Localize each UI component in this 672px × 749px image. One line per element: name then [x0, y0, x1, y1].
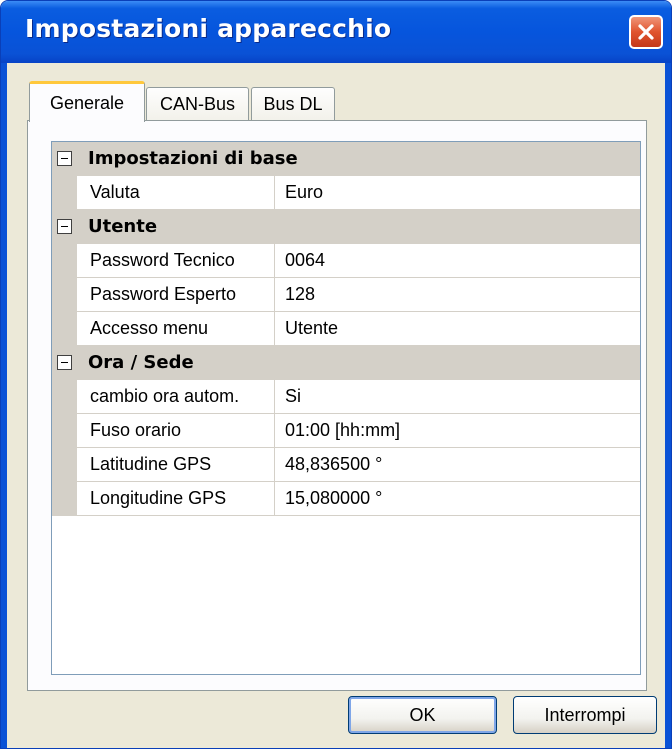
- property-row-fuso-orario[interactable]: Fuso orario 01:00 [hh:mm]: [52, 414, 640, 448]
- property-grid: Impostazioni di base Valuta Euro Utente …: [51, 141, 641, 675]
- tab-can-bus[interactable]: CAN-Bus: [146, 87, 249, 121]
- row-gutter: [52, 312, 77, 346]
- category-utente[interactable]: Utente: [52, 210, 640, 244]
- tab-generale[interactable]: Generale: [29, 81, 145, 122]
- row-gutter: [52, 380, 77, 414]
- ok-button[interactable]: OK: [348, 696, 497, 734]
- property-name: Fuso orario: [77, 414, 275, 448]
- property-value[interactable]: Si: [275, 380, 640, 414]
- property-row-accesso-menu[interactable]: Accesso menu Utente: [52, 312, 640, 346]
- category-label: Impostazioni di base: [88, 148, 298, 169]
- property-row-password-tecnico[interactable]: Password Tecnico 0064: [52, 244, 640, 278]
- row-gutter: [52, 448, 77, 482]
- window-frame-left: [1, 63, 7, 748]
- property-value[interactable]: 01:00 [hh:mm]: [275, 414, 640, 448]
- window-frame-right: [665, 63, 671, 748]
- row-gutter: [52, 414, 77, 448]
- property-row-cambio-ora[interactable]: cambio ora autom. Si: [52, 380, 640, 414]
- collapse-icon[interactable]: [57, 219, 72, 234]
- property-name: cambio ora autom.: [77, 380, 275, 414]
- category-impostazioni-di-base[interactable]: Impostazioni di base: [52, 142, 640, 176]
- property-value[interactable]: 15,080000 °: [275, 482, 640, 516]
- property-value[interactable]: Euro: [275, 176, 640, 210]
- property-name: Valuta: [77, 176, 275, 210]
- property-name: Accesso menu: [77, 312, 275, 346]
- property-row-password-esperto[interactable]: Password Esperto 128: [52, 278, 640, 312]
- property-row-latitudine-gps[interactable]: Latitudine GPS 48,836500 °: [52, 448, 640, 482]
- property-value[interactable]: Utente: [275, 312, 640, 346]
- tab-bus-dl[interactable]: Bus DL: [251, 87, 335, 121]
- row-gutter: [52, 278, 77, 312]
- close-button[interactable]: [629, 15, 663, 49]
- property-value[interactable]: 0064: [275, 244, 640, 278]
- property-name: Latitudine GPS: [77, 448, 275, 482]
- property-row-longitudine-gps[interactable]: Longitudine GPS 15,080000 °: [52, 482, 640, 516]
- property-name: Password Esperto: [77, 278, 275, 312]
- property-row-valuta[interactable]: Valuta Euro: [52, 176, 640, 210]
- property-name: Password Tecnico: [77, 244, 275, 278]
- title-bar[interactable]: Impostazioni apparecchio: [1, 1, 671, 63]
- window-title: Impostazioni apparecchio: [25, 14, 392, 43]
- category-ora-sede[interactable]: Ora / Sede: [52, 346, 640, 380]
- row-gutter: [52, 176, 77, 210]
- settings-dialog: Impostazioni apparecchio Generale CAN-Bu…: [0, 0, 672, 749]
- close-icon: [638, 24, 654, 40]
- property-value[interactable]: 128: [275, 278, 640, 312]
- category-label: Ora / Sede: [88, 352, 194, 373]
- collapse-icon[interactable]: [57, 355, 72, 370]
- cancel-button[interactable]: Interrompi: [513, 696, 657, 734]
- property-value[interactable]: 48,836500 °: [275, 448, 640, 482]
- row-gutter: [52, 482, 77, 516]
- property-name: Longitudine GPS: [77, 482, 275, 516]
- category-label: Utente: [88, 216, 158, 237]
- row-gutter: [52, 244, 77, 278]
- collapse-icon[interactable]: [57, 151, 72, 166]
